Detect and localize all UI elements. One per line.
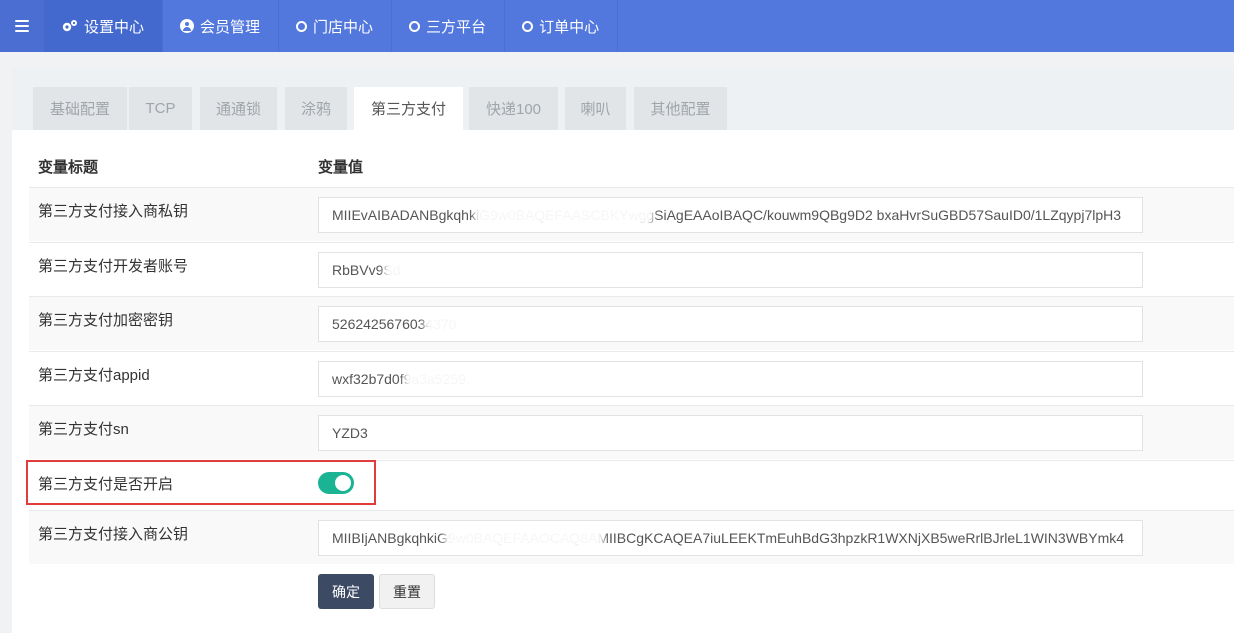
row-label: 第三方支付sn [38, 421, 129, 438]
nav-item-settings[interactable]: 设置中心 [44, 0, 164, 52]
table-row: 第三方支付加密密钥 [29, 296, 1234, 350]
reset-button[interactable]: 重置 [379, 574, 435, 609]
redaction-mask [444, 527, 604, 549]
row-label: 第三方支付appid [38, 367, 150, 384]
nav-item-label: 会员管理 [200, 18, 261, 36]
row-label: 第三方支付接入商私钥 [38, 203, 189, 220]
tab-tcp[interactable]: TCP [129, 87, 192, 130]
gears-icon [61, 19, 78, 33]
public-key-input[interactable] [318, 520, 1143, 556]
circle-icon [296, 20, 308, 32]
redaction-mask [384, 259, 424, 281]
nav-item-stores[interactable]: 门店中心 [279, 0, 393, 52]
tab-kuaidi100[interactable]: 快递100 [469, 87, 558, 130]
private-key-input[interactable] [318, 197, 1143, 233]
table-row: 第三方支付接入商公钥 [29, 510, 1234, 564]
hamburger-icon [15, 20, 29, 32]
column-header-title: 变量标题 [38, 159, 99, 176]
nav-item-label: 三方平台 [426, 18, 487, 36]
tab-basic-config[interactable]: 基础配置 [33, 87, 127, 130]
user-circle-icon [180, 19, 195, 33]
config-panel: 基础配置 TCP 通通锁 涂鸦 第三方支付 快递100 喇叭 其他配置 变量标题… [12, 68, 1234, 633]
sn-input[interactable] [318, 415, 1143, 451]
row-label: 第三方支付接入商公钥 [38, 526, 189, 543]
tab-speaker[interactable]: 喇叭 [565, 87, 626, 130]
tab-third-party-payment[interactable]: 第三方支付 [354, 87, 463, 130]
nav-item-third-party[interactable]: 三方平台 [392, 0, 506, 52]
row-label: 第三方支付加密密钥 [38, 312, 174, 329]
highlight-box [26, 460, 376, 505]
tab-tongtong-lock[interactable]: 通通锁 [200, 87, 277, 130]
tab-bar: 基础配置 TCP 通通锁 涂鸦 第三方支付 快递100 喇叭 其他配置 [12, 68, 1234, 130]
nav-item-label: 订单中心 [539, 18, 600, 36]
top-navbar: 设置中心 会员管理 门店中心 三方平台 订单中心 [0, 0, 1234, 52]
tab-other-config[interactable]: 其他配置 [634, 87, 727, 130]
nav-item-label: 设置中心 [84, 18, 145, 36]
nav-item-members[interactable]: 会员管理 [163, 0, 280, 52]
circle-icon [522, 20, 534, 32]
nav-item-orders[interactable]: 订单中心 [505, 0, 619, 52]
menu-toggle-button[interactable] [0, 0, 44, 52]
table-row: 第三方支付开发者账号 [29, 242, 1234, 296]
table-row: 第三方支付appid [29, 351, 1234, 405]
circle-icon [409, 20, 421, 32]
redaction-mask [384, 422, 434, 444]
redaction-mask [474, 204, 654, 226]
nav-item-label: 门店中心 [313, 18, 374, 36]
table-row: 第三方支付接入商私钥 [29, 187, 1234, 241]
row-label: 第三方支付开发者账号 [38, 258, 189, 275]
developer-account-input[interactable] [318, 252, 1143, 288]
tab-tuya[interactable]: 涂鸦 [285, 87, 347, 130]
confirm-button[interactable]: 确定 [318, 574, 374, 609]
redaction-mask [424, 313, 604, 335]
table-row: 第三方支付sn [29, 405, 1234, 459]
column-header-value: 变量值 [318, 159, 364, 176]
redaction-mask [404, 368, 494, 390]
